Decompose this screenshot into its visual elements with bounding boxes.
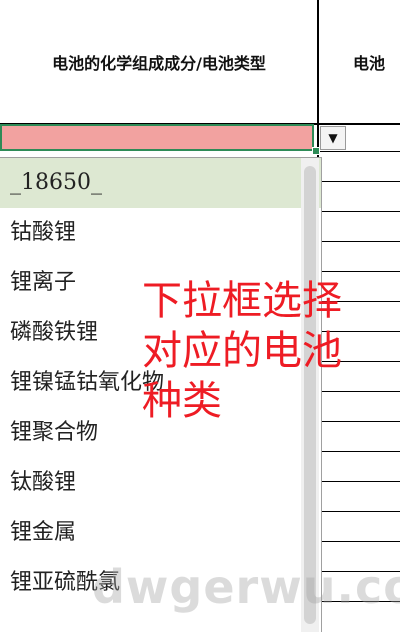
grid-line	[319, 181, 400, 182]
grid-line	[319, 211, 400, 212]
chevron-down-icon: ▼	[328, 131, 338, 145]
grid-line	[319, 511, 400, 512]
grid-line	[319, 271, 400, 272]
annotation-text: 下拉框选择 对应的电池 种类	[142, 278, 342, 424]
dropdown-option-lithium-cobalt-oxide[interactable]: 钴酸锂	[0, 208, 321, 258]
grid-line	[319, 151, 400, 152]
column-header-battery-chemistry-label: 电池的化学组成成分/电池类型	[52, 54, 266, 73]
column-header-next-label: 电池	[353, 54, 386, 73]
dropdown-option-18650[interactable]: _18650_	[0, 158, 321, 208]
column-header-battery-chemistry[interactable]: 电池的化学组成成分/电池类型	[0, 0, 318, 124]
grid-line	[319, 241, 400, 242]
dropdown-option-lithium-metal[interactable]: 锂金属	[0, 508, 321, 558]
fill-handle[interactable]	[312, 147, 320, 155]
grid-line	[319, 541, 400, 542]
spreadsheet-view: 电池的化学组成成分/电池类型 电池 ▼ _18650_ 钴酸锂 锂离子 磷酸铁锂…	[0, 0, 400, 632]
column-header-next[interactable]: 电池	[319, 0, 400, 124]
active-cell[interactable]	[0, 124, 314, 151]
watermark: dwgerwu.com	[92, 560, 400, 614]
grid-line	[319, 481, 400, 482]
grid-line	[319, 451, 400, 452]
dropdown-option-lithium-titanate[interactable]: 钛酸锂	[0, 458, 321, 508]
dropdown-toggle-button[interactable]: ▼	[320, 126, 346, 150]
